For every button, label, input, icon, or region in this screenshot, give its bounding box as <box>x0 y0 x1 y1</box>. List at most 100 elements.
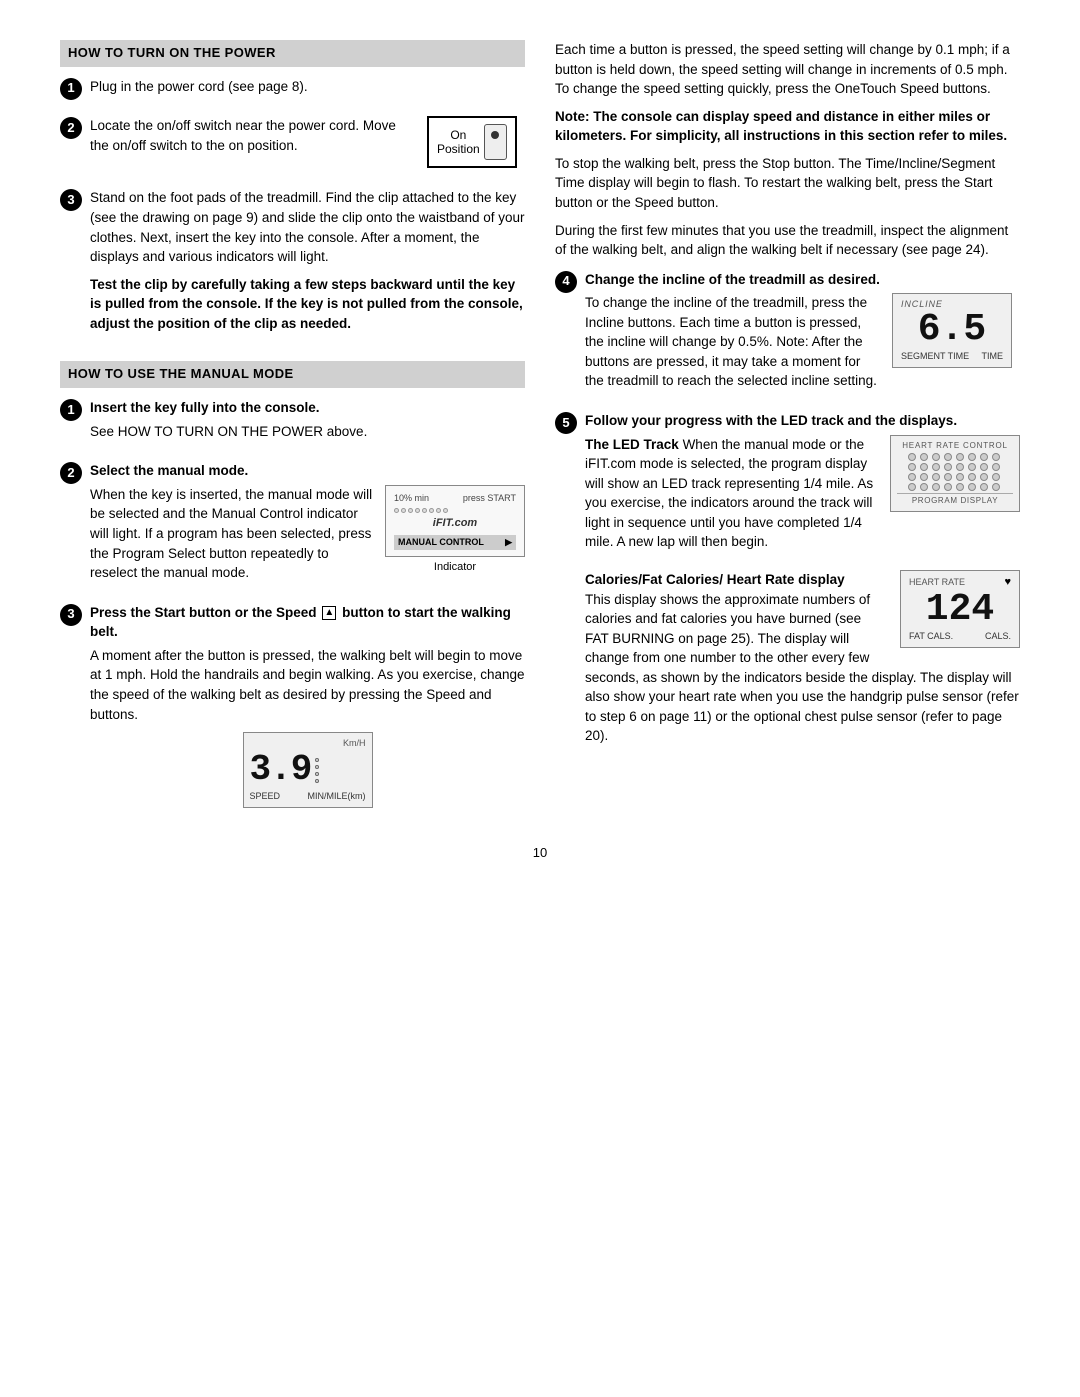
hrc-d-5 <box>956 453 964 461</box>
dot-8 <box>443 508 448 513</box>
step-num-2: 2 <box>60 117 82 139</box>
speed-dot-3 <box>315 772 319 776</box>
step-1-text: Plug in the power cord (see page 8). <box>90 77 525 97</box>
manual-control-arrow: ▶ <box>505 536 512 549</box>
incline-display-box: INCLINE 6.5 SEGMENT TIME TIME <box>892 293 1012 368</box>
heart-rate-control-box: HEART RATE CONTROL PROGRAM DISPLAY <box>890 435 1020 512</box>
right-step-4-content: Change the incline of the treadmill as d… <box>585 270 1012 399</box>
intro-note-prefix: Note: The console can display speed and … <box>555 109 1007 144</box>
dot-7 <box>436 508 441 513</box>
hrc-d-6 <box>968 453 976 461</box>
right-step-4-title: Change the incline of the treadmill as d… <box>585 270 1012 290</box>
right-intro: Each time a button is pressed, the speed… <box>555 40 1020 260</box>
on-position-text: OnPosition <box>437 128 480 157</box>
hr-cals-label: CALS. <box>985 630 1011 643</box>
dot-3 <box>408 508 413 513</box>
manual-step-3-speed-arrow: ▲ <box>322 606 336 620</box>
hrc-d-4 <box>944 453 952 461</box>
indicator-top-bar: 10% min press START <box>394 492 516 505</box>
dot-2 <box>401 508 406 513</box>
step-3-power: 3 Stand on the foot pads of the treadmil… <box>60 188 525 341</box>
calories-section: HEART RATE ♥ 124 FAT CALS. CALS. Calorie… <box>585 570 1020 754</box>
speed-side-dots <box>315 752 319 788</box>
ifit-logo: iFIT.com <box>394 516 516 532</box>
manual-step-2-title: Select the manual mode. <box>90 461 525 481</box>
incline-value: 6.5 <box>901 311 1003 349</box>
section-header-power: HOW TO TURN ON THE POWER <box>60 40 525 67</box>
left-column: HOW TO TURN ON THE POWER 1 Plug in the p… <box>60 40 525 820</box>
hrc-d-17 <box>908 473 916 481</box>
calories-subtitle: Calories/Fat Calories/ Heart Rate displa… <box>585 572 845 587</box>
hrc-d-1 <box>908 453 916 461</box>
hrc-program-display: PROGRAM DISPLAY <box>897 493 1013 507</box>
hrc-d-12 <box>944 463 952 471</box>
hrc-d-9 <box>908 463 916 471</box>
intro-p1: Each time a button is pressed, the speed… <box>555 40 1020 99</box>
hrc-d-31 <box>980 483 988 491</box>
hrc-d-13 <box>956 463 964 471</box>
dot-6 <box>429 508 434 513</box>
indicator-label: Indicator <box>385 560 525 576</box>
hrc-d-30 <box>968 483 976 491</box>
right-column: Each time a button is pressed, the speed… <box>555 40 1020 820</box>
hrc-d-8 <box>992 453 1000 461</box>
hrc-d-28 <box>944 483 952 491</box>
step-1-power: 1 Plug in the power cord (see page 8). <box>60 77 525 105</box>
step-3-bold-text: Test the clip by carefully taking a few … <box>90 275 525 334</box>
heart-rate-box: HEART RATE ♥ 124 FAT CALS. CALS. <box>900 570 1020 648</box>
hrc-d-15 <box>980 463 988 471</box>
manual-step-1: 1 Insert the key fully into the console.… <box>60 398 525 449</box>
manual-step-num-3: 3 <box>60 604 82 626</box>
incline-figure: INCLINE 6.5 SEGMENT TIME TIME <box>892 293 1012 368</box>
speed-display-inner: 3.9 <box>250 752 366 788</box>
heart-rate-figure: HEART RATE ♥ 124 FAT CALS. CALS. <box>900 570 1020 648</box>
manual-step-num-2: 2 <box>60 462 82 484</box>
intro-p2: To stop the walking belt, press the Stop… <box>555 154 1020 213</box>
indicator-top-right: press START <box>463 492 516 505</box>
hrc-d-16 <box>992 463 1000 471</box>
hrc-d-23 <box>980 473 988 481</box>
manual-step-2: 2 Select the manual mode. 10% min press … <box>60 461 525 590</box>
dot-5 <box>422 508 427 513</box>
speed-dot-1 <box>315 758 319 762</box>
hrc-d-19 <box>932 473 940 481</box>
hrc-d-11 <box>932 463 940 471</box>
speed-dot-2 <box>315 765 319 769</box>
on-position-figure: OnPosition <box>427 116 517 168</box>
speed-bottom-labels: SPEED MIN/MILE(km) <box>250 790 366 803</box>
hrc-title: HEART RATE CONTROL <box>897 440 1013 452</box>
hrc-d-26 <box>920 483 928 491</box>
step-3-content: Stand on the foot pads of the treadmill.… <box>90 188 525 341</box>
hrc-dot-grid <box>908 453 1002 491</box>
hr-bottom-labels: FAT CALS. CALS. <box>909 630 1011 643</box>
on-position-box: OnPosition <box>427 116 517 168</box>
step-1-content: Plug in the power cord (see page 8). <box>90 77 525 105</box>
switch-icon <box>484 124 507 160</box>
hrc-figure: HEART RATE CONTROL PROGRAM DISPLAY <box>890 435 1020 512</box>
right-step-num-4: 4 <box>555 271 577 293</box>
led-track-section: HEART RATE CONTROL PROGRAM DISPLAY <box>585 435 1020 560</box>
step-num-3: 3 <box>60 189 82 211</box>
manual-step-num-1: 1 <box>60 399 82 421</box>
hrc-d-2 <box>920 453 928 461</box>
page-layout: HOW TO TURN ON THE POWER 1 Plug in the p… <box>60 40 1020 820</box>
manual-control-bar: MANUAL CONTROL ▶ <box>394 535 516 550</box>
intro-bold-note: Note: The console can display speed and … <box>555 107 1020 146</box>
manual-step-3-content: Press the Start button or the Speed ▲ bu… <box>90 603 525 808</box>
hrc-d-10 <box>920 463 928 471</box>
manual-indicator-figure: 10% min press START <box>385 485 525 576</box>
hrc-d-22 <box>968 473 976 481</box>
hrc-d-24 <box>992 473 1000 481</box>
manual-step-3-text1: A moment after the button is pressed, th… <box>90 646 525 724</box>
right-step-4: 4 Change the incline of the treadmill as… <box>555 270 1020 399</box>
right-step-5: 5 Follow your progress with the LED trac… <box>555 411 1020 754</box>
speed-dot-4 <box>315 779 319 783</box>
led-track-subtitle: The LED Track <box>585 437 679 452</box>
intro-p3: During the first few minutes that you us… <box>555 221 1020 260</box>
right-step-5-content: Follow your progress with the LED track … <box>585 411 1020 754</box>
manual-step-3-title-text: Press the Start button or the Speed <box>90 605 317 620</box>
hrc-d-29 <box>956 483 964 491</box>
speed-figure-wrapper: Km/H 3.9 SPEED MIN/MI <box>90 732 525 808</box>
step-2-content: OnPosition Locate the on/off switch near… <box>90 116 517 176</box>
manual-indicator-box: 10% min press START <box>385 485 525 557</box>
